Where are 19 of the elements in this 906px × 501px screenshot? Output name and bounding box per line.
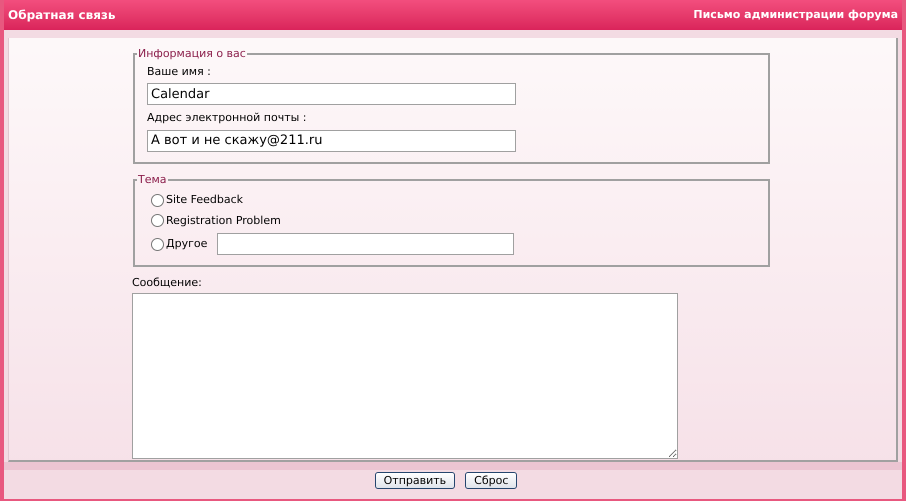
radio-button[interactable] (151, 194, 164, 207)
option-label[interactable]: Другое (166, 236, 208, 252)
radio-button[interactable] (151, 238, 164, 250)
radio-button[interactable] (151, 214, 164, 228)
message-field[interactable] (132, 292, 678, 458)
group-legend: Тема (137, 172, 168, 188)
text-field[interactable]: А вот и не скажу@211.ru (147, 130, 516, 152)
form-button[interactable]: Сброс (465, 472, 518, 489)
field-label: Сообщение: (132, 275, 202, 291)
text-field[interactable] (217, 233, 514, 255)
field-label: Ваше имя : (147, 64, 211, 80)
option-label[interactable]: Site Feedback (166, 192, 243, 208)
field-label: Адрес электронной почты : (147, 110, 306, 126)
option-label[interactable]: Registration Problem (166, 212, 281, 229)
text-field[interactable]: Calendar (147, 83, 516, 105)
page-title: Обратная связь (8, 7, 116, 24)
group-legend: Информация о вас (137, 46, 247, 62)
page-subtitle: Письмо администрации форума (693, 6, 898, 23)
form-button[interactable]: Отправить (374, 472, 456, 489)
